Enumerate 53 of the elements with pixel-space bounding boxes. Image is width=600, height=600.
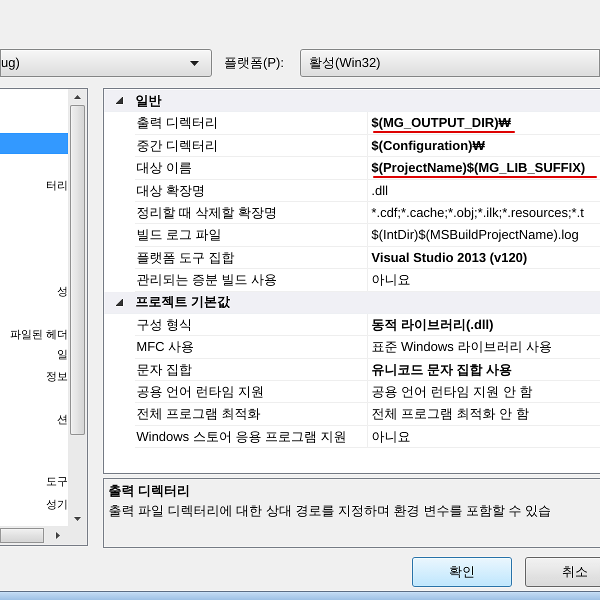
property-name[interactable]: 중간 디렉터리 <box>135 134 368 158</box>
property-value[interactable]: 아니요 <box>368 426 600 448</box>
dropdown-value: 활성(Win32) <box>309 54 381 72</box>
tree-item[interactable]: 정보 <box>0 367 68 388</box>
property-name[interactable]: Windows 스토어 응용 프로그램 지원 <box>135 426 368 448</box>
section-header[interactable]: 일반 <box>135 90 162 110</box>
property-value[interactable]: 유니코드 문자 집합 사용 <box>368 358 600 382</box>
property-name[interactable]: 문자 집합 <box>135 358 368 382</box>
description-text: 출력 파일 디렉터리에 대한 상대 경로를 지정하며 환경 변수를 포함할 수 있습 <box>108 502 552 520</box>
property-name[interactable]: 정리할 때 삭제할 확장명 <box>135 202 368 224</box>
scroll-right-icon[interactable] <box>56 532 60 539</box>
tree-item[interactable]: 일 <box>0 345 68 366</box>
description-title: 출력 디렉터리 <box>108 482 192 500</box>
section-header[interactable]: 프로젝트 기본값 <box>135 292 230 312</box>
vertical-scrollbar[interactable] <box>68 89 88 527</box>
property-name[interactable]: 공용 언어 런타임 지원 <box>135 381 368 404</box>
property-name[interactable]: 대상 확장명 <box>135 180 368 202</box>
property-value[interactable]: Visual Studio 2013 (v120) <box>368 246 600 270</box>
property-value[interactable]: $(Configuration)₩ <box>368 134 600 158</box>
tree-item[interactable]: 도구 <box>0 472 68 493</box>
configuration-dropdown[interactable]: ug) <box>0 49 212 77</box>
tree-item[interactable]: 성기 <box>0 495 68 516</box>
property-name[interactable]: 빌드 로그 파일 <box>135 224 368 247</box>
collapse-triangle-icon[interactable] <box>116 97 124 104</box>
platform-label: 플랫폼(P): <box>224 54 285 72</box>
property-value[interactable]: *.cdf;*.cache;*.obj;*.ilk;*.resources;*.t <box>368 202 600 224</box>
property-value[interactable]: 표준 Windows 라이브러리 사용 <box>368 336 600 359</box>
dropdown-arrow-icon <box>190 60 199 66</box>
dropdown-value: ug) <box>1 54 20 72</box>
tree-item[interactable]: 터리 <box>0 176 68 197</box>
horizontal-scrollbar[interactable] <box>0 526 87 545</box>
collapse-triangle-icon[interactable] <box>116 298 124 306</box>
ok-button[interactable]: 확인 <box>412 557 512 587</box>
property-name[interactable]: MFC 사용 <box>135 336 368 359</box>
cancel-button[interactable]: 취소 <box>525 557 600 587</box>
tree-item[interactable]: 션 <box>0 410 68 431</box>
tree-item[interactable]: 파일된 헤더 <box>0 325 68 346</box>
property-name[interactable]: 대상 이름 <box>135 157 368 180</box>
scrollbar-thumb[interactable] <box>0 528 44 543</box>
property-value[interactable]: 공용 언어 런타임 지원 안 함 <box>368 381 600 404</box>
scroll-down-icon[interactable] <box>74 517 82 521</box>
property-value[interactable]: 동적 라이브러리(.dll) <box>368 314 600 336</box>
scroll-up-icon[interactable] <box>74 95 82 99</box>
property-value[interactable]: $(IntDir)$(MSBuildProjectName).log <box>368 224 600 247</box>
property-value[interactable]: .dll <box>368 180 600 202</box>
property-name[interactable]: 전체 프로그램 최적화 <box>135 403 368 426</box>
property-name[interactable]: 구성 형식 <box>135 314 368 336</box>
tree-item[interactable]: 성 <box>0 282 68 303</box>
property-name[interactable]: 출력 디렉터리 <box>135 112 368 135</box>
scrollbar-thumb[interactable] <box>70 105 86 435</box>
property-name[interactable]: 플랫폼 도구 집합 <box>135 246 368 270</box>
platform-dropdown[interactable]: 활성(Win32) <box>300 49 600 77</box>
property-value[interactable]: 전체 프로그램 최적화 안 함 <box>368 403 600 426</box>
